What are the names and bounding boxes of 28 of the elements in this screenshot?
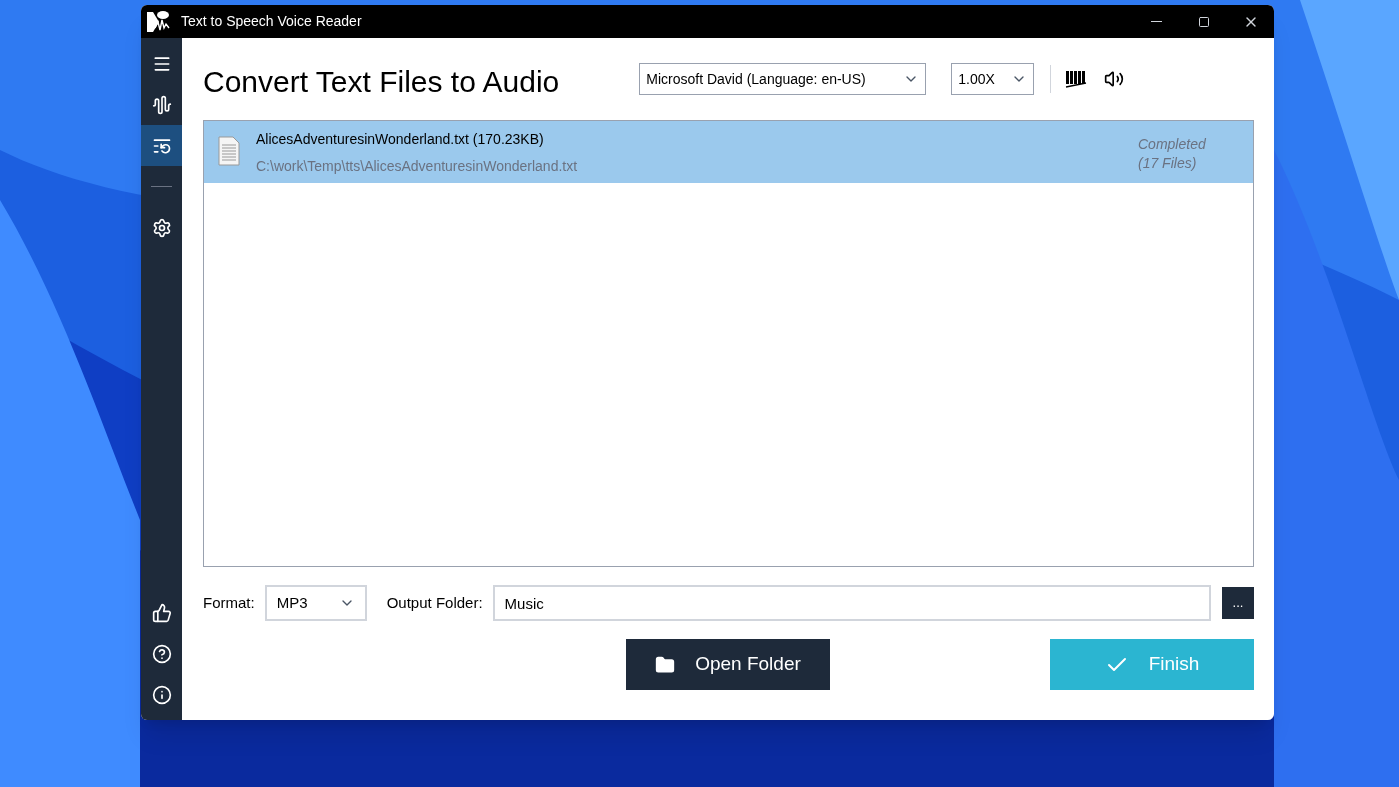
file-path: C:\work\Temp\tts\AlicesAdventuresinWonderland.txt [256,157,578,176]
maximize-icon [1197,15,1210,28]
voice-dropdown[interactable]: Microsoft David (Language: en-US) [639,63,927,95]
format-label: Format: [203,592,255,613]
file-name: AlicesAdventuresinWonderland.txt (170.23KB) [256,130,545,149]
document-icon [218,136,240,166]
page-title: Convert Text Files to Audio [203,63,560,100]
window-title: Text to Speech Voice Reader [181,12,362,31]
sidebar-item[interactable] [141,125,182,166]
folder-icon [655,654,676,675]
info-icon [151,684,172,705]
settings-icon [151,217,172,238]
thumbs-up-icon [151,602,172,623]
browse-button[interactable]: ... [1222,587,1254,619]
format-dropdown[interactable]: MP3 [264,585,367,621]
file-count: (17 Files) [1138,154,1198,173]
output-folder-label: Output Folder: [386,592,483,613]
volume-icon [1104,69,1125,89]
xylophone-icon [1065,69,1088,89]
help-icon [151,643,172,664]
open-folder-button[interactable]: Open Folder [626,639,830,690]
app-logo-icon [145,9,171,34]
status-text: Completed [1138,135,1207,154]
speed-dropdown[interactable]: 1.00X [951,63,1035,95]
output-folder-field[interactable]: Music [492,585,1211,621]
file-row[interactable]: AlicesAdventuresinWonderland.txt (170.23KB) C:\work\Temp\tts\AlicesAdventuresinWonderland.txt Completed (17 Files) [204,121,1253,183]
waveform-icon [151,94,172,115]
minimize-icon [1151,21,1162,22]
